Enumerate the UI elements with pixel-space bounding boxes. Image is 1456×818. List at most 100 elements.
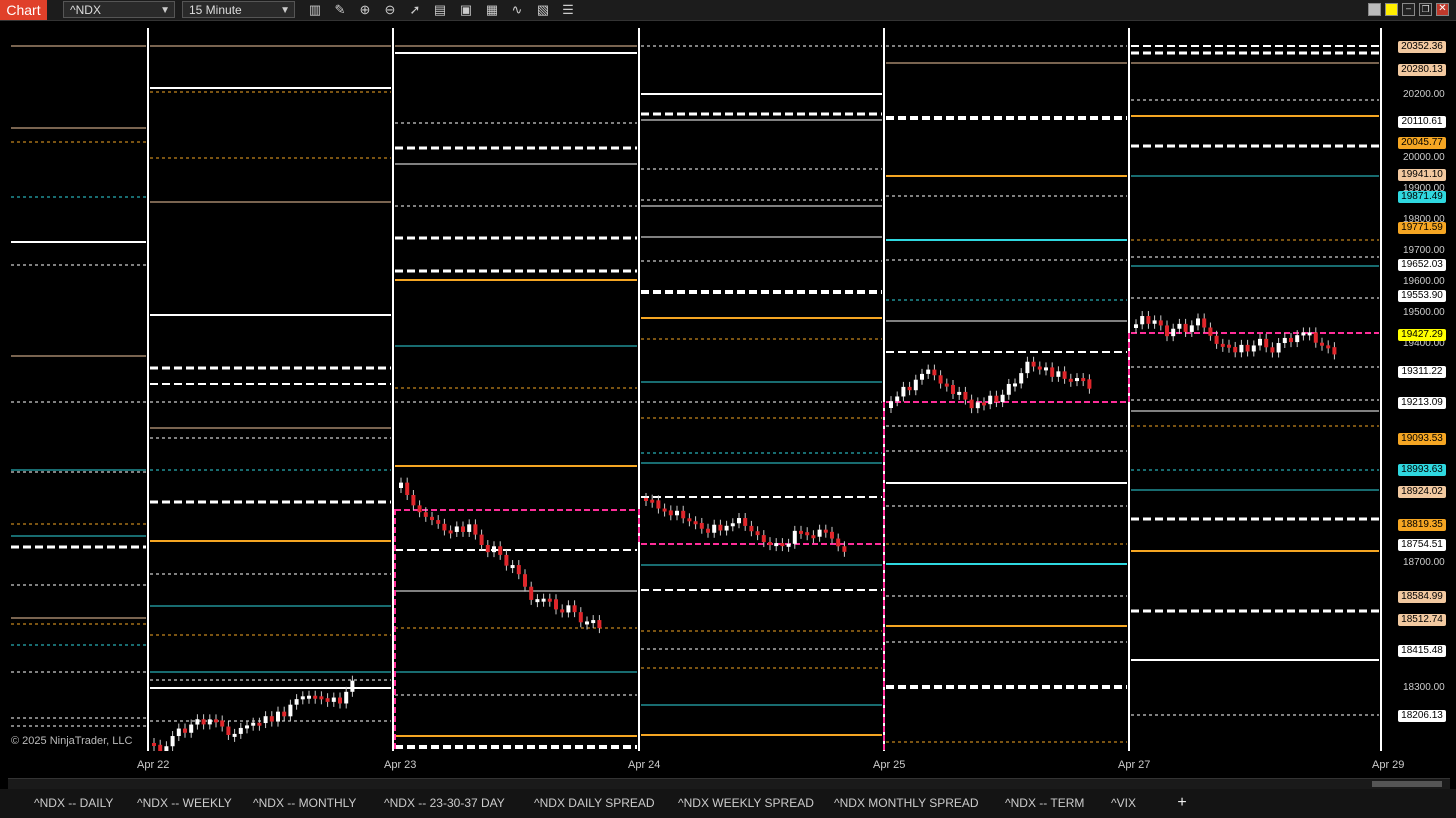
candlestick [399, 482, 403, 488]
list-icon[interactable]: ☰ [558, 1, 578, 19]
tab-ndx-23-30-37-day[interactable]: ^NDX -- 23-30-37 DAY [376, 792, 513, 814]
price-level-label: 20352.36 [1398, 41, 1446, 53]
tab-ndx-term[interactable]: ^NDX -- TERM [997, 792, 1092, 814]
candlestick [1134, 324, 1138, 328]
candlestick [749, 525, 754, 532]
candlestick [350, 680, 355, 692]
instrument-selector[interactable]: ^NDX ▼ [63, 1, 175, 18]
tab-vix[interactable]: ^VIX [1103, 792, 1144, 814]
candlestick [1270, 347, 1275, 353]
candlestick [650, 499, 655, 503]
candlestick [232, 733, 237, 737]
pencil-icon[interactable]: ✎ [330, 1, 350, 19]
tab-ndx-monthly-spread[interactable]: ^NDX MONTHLY SPREAD [826, 792, 987, 814]
candlestick [1239, 344, 1244, 353]
data-box-icon[interactable]: ▤ [430, 1, 450, 19]
candlestick [560, 609, 565, 613]
candlestick [1264, 338, 1269, 348]
zoom-out-icon[interactable]: ⊖ [380, 1, 400, 19]
candlestick [207, 719, 212, 725]
close-icon[interactable]: ✕ [1436, 3, 1449, 16]
candlestick [681, 510, 686, 519]
candlestick [226, 726, 231, 735]
tab-ndx-daily[interactable]: ^NDX -- DAILY [26, 792, 130, 814]
candlestick [1165, 325, 1169, 337]
price-level-label: 18754.51 [1398, 539, 1446, 551]
candlestick [498, 546, 503, 555]
candlestick [572, 605, 577, 613]
candlestick [951, 384, 955, 394]
price-level-label: 18415.48 [1398, 645, 1446, 657]
candlestick [510, 565, 515, 569]
price-level-label: 19553.90 [1398, 290, 1446, 302]
candlestick [913, 379, 918, 391]
candlestick [687, 518, 692, 522]
scrollbar-thumb[interactable] [1372, 781, 1442, 787]
add-tab-button[interactable]: + [1172, 792, 1192, 814]
tab-ndx-daily-spread[interactable]: ^NDX DAILY SPREAD [526, 792, 663, 814]
interval-selector[interactable]: 15 Minute ▼ [182, 1, 295, 18]
candlestick [1233, 346, 1238, 353]
pointer-icon[interactable]: ➚ [405, 1, 425, 19]
chevron-down-icon: ▼ [160, 5, 170, 16]
candlestick [220, 720, 225, 727]
tab-ndx-monthly[interactable]: ^NDX -- MONTHLY [245, 792, 364, 814]
time-axis-label: Apr 29 [1372, 759, 1405, 771]
candlestick [411, 495, 416, 506]
candlestick [313, 695, 318, 699]
time-axis-label: Apr 25 [873, 759, 906, 771]
candlestick [238, 727, 243, 734]
candlestick [1214, 335, 1219, 344]
price-level-label: 19311.22 [1398, 366, 1446, 378]
candlestick [1258, 338, 1262, 346]
restore-icon[interactable]: ❐ [1419, 3, 1432, 16]
candlestick [743, 518, 748, 526]
color-swatch-gray-icon[interactable] [1368, 3, 1381, 16]
candlestick [706, 528, 710, 533]
price-level-label: 19771.59 [1398, 222, 1446, 234]
price-chart-panel[interactable] [9, 28, 1385, 758]
candlestick [516, 565, 521, 575]
chevron-down-icon: ▼ [280, 5, 290, 16]
candlestick [737, 518, 741, 524]
indicator-icon[interactable]: ∿ [507, 1, 527, 19]
candlestick [338, 697, 342, 704]
candlestick [1006, 383, 1011, 395]
bar-type-icon[interactable]: ▥ [305, 1, 325, 19]
candlestick [1050, 367, 1055, 377]
price-level-label: 19941.10 [1398, 169, 1446, 181]
candlestick [836, 538, 841, 547]
candlestick [1276, 343, 1281, 353]
candlestick [170, 736, 175, 747]
candlestick [276, 711, 280, 722]
candlestick [823, 529, 828, 533]
tab-ndx-weekly[interactable]: ^NDX -- WEEKLY [129, 792, 240, 814]
candlestick [195, 719, 200, 725]
candlestick [675, 510, 679, 516]
candlestick [969, 399, 974, 409]
candlestick [938, 375, 943, 384]
candlestick [269, 716, 274, 722]
candlestick [780, 543, 785, 547]
price-level-label: 19093.53 [1398, 433, 1446, 445]
minimize-icon[interactable]: – [1402, 3, 1415, 16]
zoom-in-icon[interactable]: ⊕ [355, 1, 375, 19]
candlestick [811, 535, 816, 539]
price-tick-label: 19500.00 [1403, 307, 1445, 318]
candlestick [263, 716, 268, 724]
properties-icon[interactable]: ▣ [456, 1, 476, 19]
candlestick [430, 516, 434, 521]
candlestick [1282, 337, 1287, 344]
tab-ndx-weekly-spread[interactable]: ^NDX WEEKLY SPREAD [670, 792, 822, 814]
candlestick [436, 520, 441, 524]
price-level-label: 18819.35 [1398, 519, 1446, 531]
candlestick [1295, 335, 1300, 343]
color-swatch-yellow-icon[interactable] [1385, 3, 1398, 16]
candlestick [1056, 371, 1061, 377]
templates-icon[interactable]: ▧ [533, 1, 553, 19]
candlestick [712, 524, 717, 533]
strategy-icon[interactable]: ▦ [482, 1, 502, 19]
price-level-label: 18206.13 [1398, 710, 1446, 722]
chart-window-tab[interactable]: Chart [0, 0, 47, 20]
candlestick [473, 524, 478, 535]
